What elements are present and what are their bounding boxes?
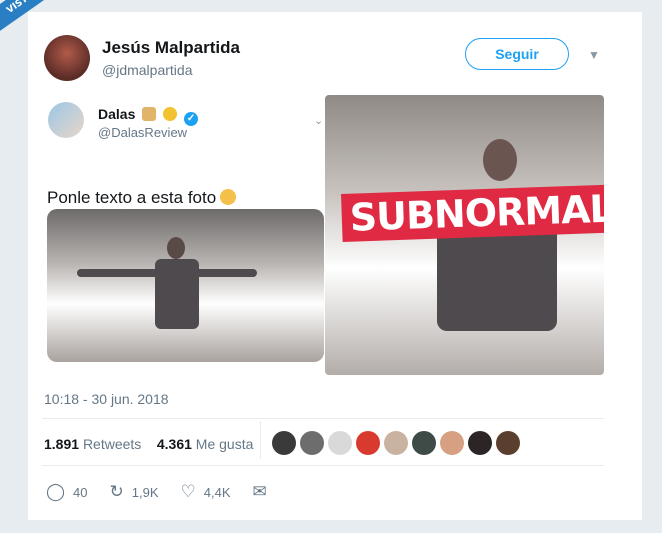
quoted-avatar[interactable] (48, 102, 84, 138)
quoted-photo[interactable] (47, 209, 324, 362)
edited-photo[interactable]: SUBNORMAL (325, 95, 604, 375)
person-figure (167, 237, 185, 259)
tweet-card: Jesús Malpartida @jdmalpartida Seguir ▼ … (28, 12, 642, 520)
quoted-handle[interactable]: @DalasReview (98, 125, 187, 140)
divider (42, 418, 604, 419)
caption-label: SUBNORMAL (341, 184, 604, 242)
liker-avatar[interactable] (328, 431, 352, 455)
liker-avatar[interactable] (496, 431, 520, 455)
likers-avatars (272, 431, 524, 455)
liker-avatar[interactable] (272, 431, 296, 455)
retweet-count-link[interactable]: 1.891 Retweets (44, 436, 141, 452)
quoted-tweet-text: Ponle texto a esta foto (47, 188, 237, 208)
action-bar: ◯ 40 ↻ 1,9K ♡ 4,4K ✉ (46, 482, 297, 502)
ok-hand-emoji-icon (220, 189, 237, 205)
person-head (483, 139, 517, 181)
retweet-icon: ↻ (109, 482, 124, 501)
stats-row: 1.891 Retweets 4.361 Me gusta (44, 436, 253, 452)
liker-avatar[interactable] (300, 431, 324, 455)
like-count-link[interactable]: 4.361 Me gusta (157, 436, 254, 452)
bee-emoji-icon (163, 107, 178, 121)
quoted-name-row[interactable]: Dalas ✓ (98, 106, 199, 126)
reply-icon: ◯ (46, 482, 66, 501)
chevron-down-icon[interactable]: ▼ (588, 48, 600, 62)
like-button[interactable]: ♡ 4,4K (181, 482, 231, 502)
quoted-chevron-down-icon[interactable]: ⌄ (314, 114, 323, 127)
liker-avatar[interactable] (412, 431, 436, 455)
quoted-name: Dalas (98, 106, 136, 122)
heart-icon: ♡ (180, 482, 196, 501)
quoted-text: Ponle texto a esta foto (47, 188, 217, 207)
author-handle[interactable]: @jdmalpartida (102, 62, 192, 78)
verified-icon: ✓ (184, 112, 199, 126)
bread-emoji-icon (142, 107, 157, 121)
liker-avatar[interactable] (440, 431, 464, 455)
message-button[interactable]: ✉ (253, 482, 275, 502)
stats-divider (260, 421, 261, 459)
follow-button[interactable]: Seguir (465, 38, 569, 70)
author-name[interactable]: Jesús Malpartida (102, 38, 240, 58)
retweet-button[interactable]: ↻ 1,9K (110, 482, 159, 502)
person-arms (77, 269, 257, 277)
mail-icon: ✉ (252, 482, 267, 501)
author-avatar[interactable] (44, 35, 90, 81)
reply-button[interactable]: ◯ 40 (46, 482, 88, 502)
divider (42, 465, 604, 466)
liker-avatar[interactable] (384, 431, 408, 455)
liker-avatar[interactable] (356, 431, 380, 455)
timestamp[interactable]: 10:18 - 30 jun. 2018 (44, 391, 169, 407)
liker-avatar[interactable] (468, 431, 492, 455)
